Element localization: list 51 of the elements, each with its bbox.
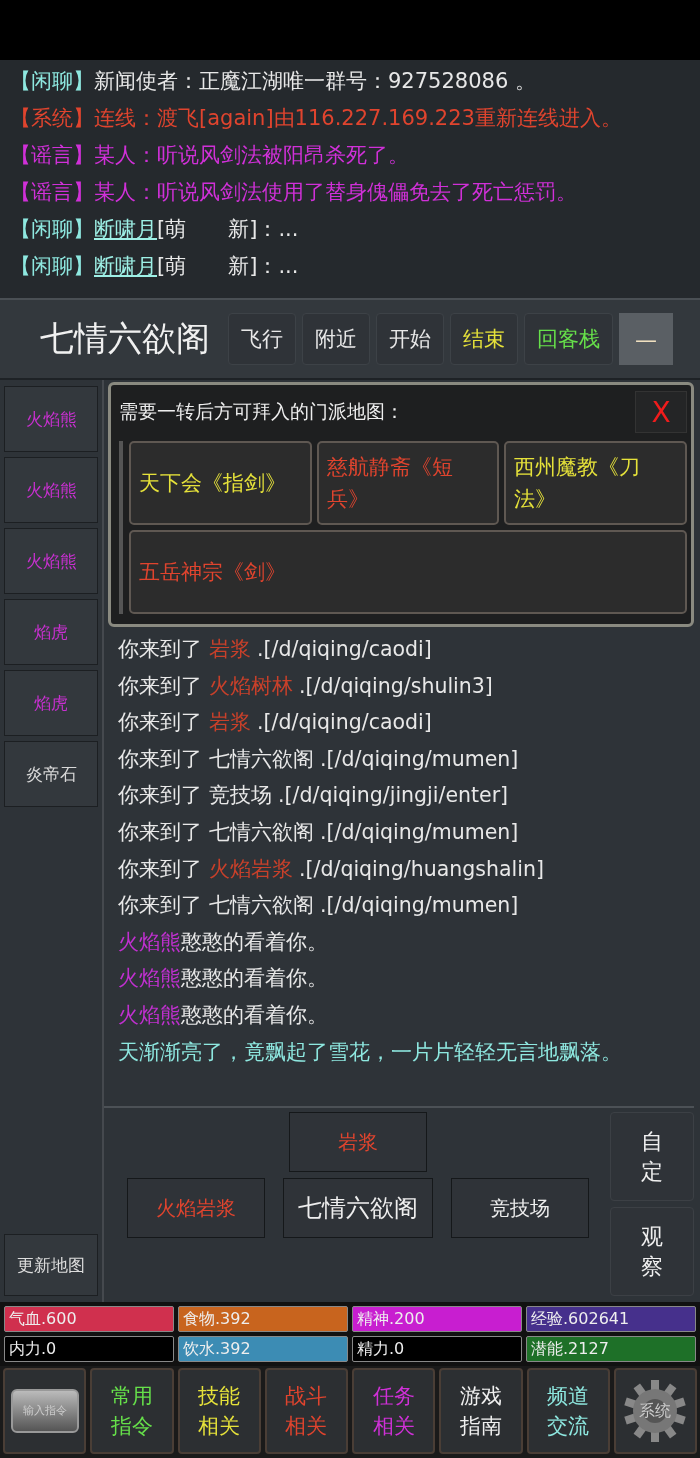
side-button[interactable]: 自定 xyxy=(610,1112,694,1201)
log-line: 你来到了 岩浆 .[/d/qiqing/caodi] xyxy=(118,709,433,737)
chat-message: 【闲聊】断啸月[萌 新]：... xyxy=(10,253,300,280)
log-line: 火焰熊憨憨的看着你。 xyxy=(118,928,329,956)
menu-button[interactable]: 技能 相关 xyxy=(177,1368,261,1454)
sect-option[interactable]: 慈航静斋《短兵》 xyxy=(316,441,500,525)
stat-bar: 食物.392 xyxy=(178,1306,348,1332)
action-button[interactable]: 回客栈 xyxy=(524,313,613,365)
collapse-button[interactable]: — xyxy=(619,313,673,365)
side-button[interactable]: 观察 xyxy=(610,1207,694,1296)
stat-bar: 精神.200 xyxy=(352,1306,522,1332)
popup-title: 需要一转后方可拜入的门派地图： xyxy=(119,399,404,424)
location-title: 七情六欲阁 xyxy=(40,317,210,360)
log-line: 火焰熊憨憨的看着你。 xyxy=(118,1001,329,1029)
sidebar-item[interactable]: 炎帝石 xyxy=(4,741,98,807)
log-line: 你来到了 七情六欲阁 .[/d/qiqing/mumen] xyxy=(118,745,520,773)
chat-message: 【闲聊】新闻使者：正魔江湖唯一群号：927528086 。 xyxy=(10,68,537,95)
action-button[interactable]: 飞行 xyxy=(228,313,296,365)
action-button[interactable]: 开始 xyxy=(376,313,444,365)
log-line: 你来到了 竞技场 .[/d/qiqing/jingji/enter] xyxy=(118,782,510,810)
log-line: 你来到了 七情六欲阁 .[/d/qiqing/mumen] xyxy=(118,892,520,920)
refresh-map-button[interactable]: 更新地图 xyxy=(4,1234,98,1296)
log-line: 火焰熊憨憨的看着你。 xyxy=(118,965,329,993)
close-button[interactable]: X xyxy=(635,391,687,433)
log-line: 你来到了 七情六欲阁 .[/d/qiqing/mumen] xyxy=(118,818,520,846)
menu-button[interactable]: 常用 指令 xyxy=(90,1368,174,1454)
sect-option[interactable]: 西州魔教《刀法》 xyxy=(504,441,687,525)
chat-message: 【闲聊】断啸月[萌 新]：... xyxy=(10,216,300,243)
player-link[interactable]: 断啸月 xyxy=(94,254,157,278)
stat-bar: 潜能.2127 xyxy=(526,1336,696,1362)
system-button[interactable]: 系统 xyxy=(613,1368,697,1454)
action-button[interactable]: 附近 xyxy=(302,313,370,365)
stat-bar: 经验.602641 xyxy=(526,1306,696,1332)
log-line: 你来到了 火焰岩浆 .[/d/qiqing/huangshalin] xyxy=(118,855,545,883)
log-line: 你来到了 火焰树林 .[/d/qiqing/shulin3] xyxy=(118,672,494,700)
chat-message: 【谣言】某人：听说风剑法被阳昂杀死了。 xyxy=(10,142,410,169)
stat-bar: 内力.0 xyxy=(4,1336,174,1362)
action-button[interactable]: 结束 xyxy=(450,313,518,365)
menu-button[interactable]: 频道 交流 xyxy=(526,1368,610,1454)
exit-button[interactable]: 竞技场 xyxy=(451,1178,589,1238)
log-line: 天渐渐亮了，竟飘起了雪花，一片片轻轻无言地飘落。 xyxy=(118,1038,623,1066)
sect-option[interactable]: 天下会《指剑》 xyxy=(129,441,312,525)
stat-bar: 饮水.392 xyxy=(178,1336,348,1362)
player-link[interactable]: 断啸月 xyxy=(94,217,157,241)
exit-button[interactable]: 七情六欲阁 xyxy=(283,1178,433,1238)
stat-bar: 精力.0 xyxy=(352,1336,522,1362)
chat-message: 【谣言】某人：听说风剑法使用了替身傀儡免去了死亡惩罚。 xyxy=(10,179,578,206)
log-line: 你来到了 岩浆 .[/d/qiqing/caodi] xyxy=(118,636,433,663)
chat-message: 【系统】连线：渡飞[again]由116.227.169.223重新连线进入。 xyxy=(10,105,623,132)
stat-bar: 气血.600 xyxy=(4,1306,174,1332)
menu-button[interactable]: 游戏 指南 xyxy=(439,1368,523,1454)
